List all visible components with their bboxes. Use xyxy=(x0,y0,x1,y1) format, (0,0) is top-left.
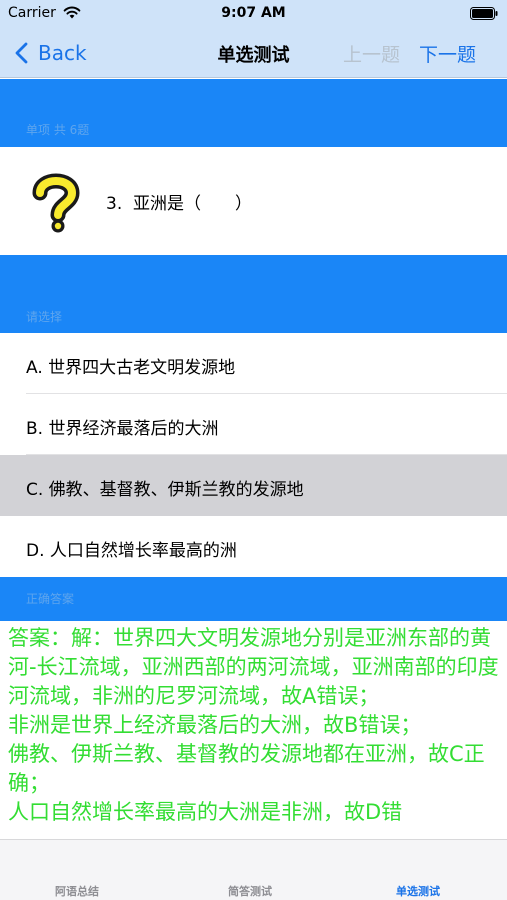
option-label: A. 世界四大古老文明发源地 xyxy=(26,358,236,378)
option-a[interactable]: A. 世界四大古老文明发源地 xyxy=(0,333,507,394)
options-header-label: 请选择 xyxy=(26,310,63,324)
question-stem: 亚洲是（ ） xyxy=(133,194,253,214)
answer-section-header: 正确答案 xyxy=(0,577,507,621)
question-section-header: 单项 共 6题 xyxy=(0,79,507,147)
answer-explanation: 答案：解：世界四大文明发源地分别是亚洲东部的黄河-长江流域，亚洲西部的两河流域，… xyxy=(8,626,499,824)
options-section-header: 请选择 xyxy=(0,255,507,333)
option-label: D. 人口自然增长率最高的洲 xyxy=(26,541,237,561)
question-count-label: 单项 共 6题 xyxy=(26,123,90,137)
option-label: B. 世界经济最落后的大洲 xyxy=(26,419,219,439)
question-row: 3. 亚洲是（ ） xyxy=(0,147,507,255)
option-c[interactable]: C. 佛教、基督教、伊斯兰教的发源地 xyxy=(0,455,507,516)
option-d[interactable]: D. 人口自然增长率最高的洲 xyxy=(0,516,507,577)
tab-single-choice-test[interactable]: 单选测试 xyxy=(396,883,440,899)
tab-summary[interactable]: 阿语总结 xyxy=(55,883,99,899)
next-question-button[interactable]: 下一题 xyxy=(419,40,476,67)
answer-header-label: 正确答案 xyxy=(26,592,75,606)
question-mark-icon xyxy=(32,173,80,233)
previous-question-button[interactable]: 上一题 xyxy=(343,40,400,67)
question-number: 3. xyxy=(106,194,123,214)
question-text: 3. 亚洲是（ ） xyxy=(106,189,252,214)
tab-short-answer-test[interactable]: 简答测试 xyxy=(228,883,272,899)
option-b[interactable]: B. 世界经济最落后的大洲 xyxy=(0,394,507,455)
battery-icon xyxy=(470,7,498,20)
option-label: C. 佛教、基督教、伊斯兰教的发源地 xyxy=(26,480,304,500)
tab-bar: 阿语总结 简答测试 单选测试 xyxy=(0,839,507,900)
navigation-bar: Back 单选测试 上一题 下一题 xyxy=(0,28,507,78)
status-bar: Carrier 9:07 AM xyxy=(0,0,507,28)
status-time: 9:07 AM xyxy=(221,5,286,21)
